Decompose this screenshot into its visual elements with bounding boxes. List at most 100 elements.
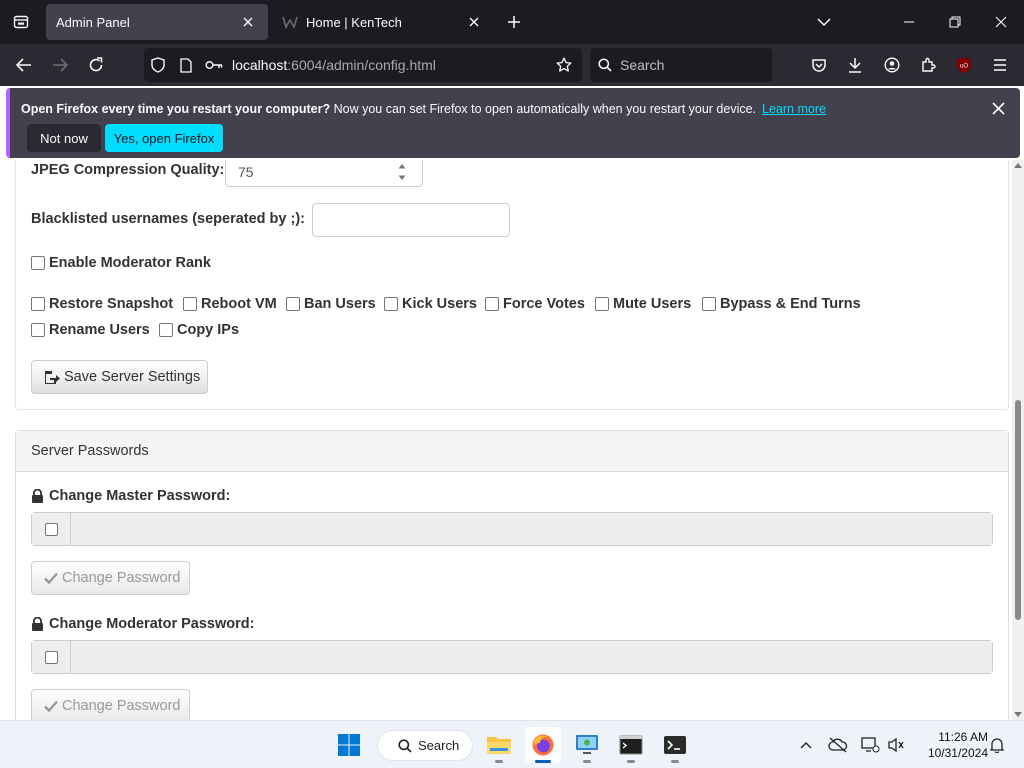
moderator-password-field[interactable] — [71, 641, 992, 673]
firefox-view-icon[interactable] — [0, 0, 42, 44]
permissions-key-icon[interactable] — [200, 48, 228, 82]
tab-title: Home | KenTech — [306, 14, 402, 30]
change-master-password-button[interactable]: Change Password — [31, 561, 190, 595]
back-arrow-icon[interactable] — [8, 49, 40, 81]
kick-users-checkbox[interactable] — [384, 297, 398, 311]
onedrive-offline-icon[interactable] — [826, 733, 850, 757]
show-hidden-icons-chevron-icon[interactable] — [794, 733, 818, 757]
bypass-end-turns-checkbox[interactable] — [702, 297, 716, 311]
search-placeholder: Search — [620, 57, 665, 73]
blacklist-label: Blacklisted usernames (seperated by ;): — [31, 211, 305, 227]
moderator-password-checkbox[interactable] — [44, 650, 58, 664]
restore-snapshot-label: Restore Snapshot — [49, 296, 174, 312]
menu-hamburger-icon[interactable] — [984, 49, 1016, 81]
master-password-group — [31, 512, 993, 546]
restore-icon[interactable] — [932, 0, 978, 44]
list-all-tabs-icon[interactable] — [812, 10, 836, 34]
ban-users-checkbox[interactable] — [286, 297, 300, 311]
search-bar[interactable]: Search — [590, 48, 772, 82]
close-icon[interactable] — [464, 12, 484, 32]
checkmark-icon — [44, 700, 58, 712]
change-moderator-password-button[interactable]: Change Password — [31, 689, 190, 720]
not-now-button[interactable]: Not now — [27, 124, 101, 152]
reload-icon[interactable] — [80, 49, 112, 81]
force-votes-checkbox[interactable] — [485, 297, 499, 311]
copy-ips-label: Copy IPs — [177, 322, 240, 338]
bypass-end-turns-label: Bypass & End Turns — [720, 296, 861, 312]
url-host: localhost — [232, 57, 288, 73]
scroll-down-icon[interactable] — [1014, 712, 1022, 718]
tab-home-kentech[interactable]: Home | KenTech — [272, 4, 494, 40]
start-windows-icon[interactable] — [331, 727, 367, 763]
mute-users-label: Mute Users — [613, 296, 692, 312]
page-scrollbar[interactable] — [1012, 160, 1024, 720]
ublock-origin-icon[interactable]: uO — [948, 49, 980, 81]
notification-bold-text: Open Firefox every time you restart your… — [21, 102, 331, 116]
windows-taskbar: Search 11:26 AM 10/31/2024 — [0, 720, 1024, 768]
enable-moderator-checkbox[interactable] — [31, 256, 45, 270]
downloads-icon[interactable] — [839, 49, 871, 81]
bookmark-star-icon[interactable] — [550, 48, 578, 82]
url-path: :6004/admin/config.html — [287, 57, 436, 73]
restore-snapshot-checkbox[interactable] — [31, 297, 45, 311]
minimize-icon[interactable] — [886, 0, 932, 44]
yes-open-firefox-button[interactable]: Yes, open Firefox — [105, 124, 223, 152]
firefox-notification-bar: Open Firefox every time you restart your… — [6, 88, 1020, 158]
save-label: Save Server Settings — [64, 369, 201, 385]
scrollbar-thumb[interactable] — [1015, 400, 1021, 620]
blacklist-input[interactable] — [312, 203, 510, 237]
account-icon[interactable] — [876, 49, 908, 81]
terminal-icon[interactable] — [657, 727, 693, 763]
notification-bell-icon[interactable] — [985, 733, 1009, 757]
new-tab-icon[interactable] — [502, 10, 526, 34]
master-password-field[interactable] — [71, 513, 992, 545]
forward-arrow-icon[interactable] — [44, 49, 76, 81]
taskbar-clock[interactable]: 11:26 AM 10/31/2024 — [912, 729, 988, 761]
clock-time: 11:26 AM — [938, 730, 988, 744]
lock-icon — [31, 617, 44, 631]
volume-muted-icon[interactable] — [884, 733, 908, 757]
reboot-vm-checkbox[interactable] — [183, 297, 197, 311]
change-password-label: Change Password — [62, 570, 181, 586]
svg-text:uO: uO — [960, 64, 968, 70]
window-close-icon[interactable] — [978, 0, 1024, 44]
remote-desktop-icon[interactable] — [569, 727, 605, 763]
save-server-settings-button[interactable]: Save Server Settings — [31, 360, 208, 394]
spinner-arrows-icon[interactable] — [396, 163, 408, 181]
tab-admin-panel[interactable]: Admin Panel — [46, 4, 268, 40]
command-prompt-icon[interactable] — [613, 727, 649, 763]
firefox-taskbar-icon[interactable] — [525, 727, 561, 763]
moderator-password-label: Change Moderator Password: — [31, 616, 254, 632]
pocket-icon[interactable] — [803, 49, 835, 81]
master-password-text: Change Master Password: — [49, 488, 231, 504]
address-bar[interactable]: localhost:6004/admin/config.html — [144, 48, 582, 82]
network-icon[interactable] — [858, 733, 882, 757]
moderator-password-group — [31, 640, 993, 674]
running-indicator — [583, 760, 591, 763]
page-icon[interactable] — [172, 48, 200, 82]
taskbar-search[interactable]: Search — [377, 730, 473, 761]
mute-users-checkbox[interactable] — [595, 297, 609, 311]
close-icon[interactable] — [988, 98, 1008, 118]
running-indicator — [535, 760, 551, 763]
learn-more-link[interactable]: Learn more — [762, 102, 826, 116]
search-icon — [398, 738, 412, 753]
master-password-toggle — [32, 513, 71, 545]
close-icon[interactable] — [238, 12, 258, 32]
rename-users-label: Rename Users — [49, 322, 150, 338]
extensions-icon[interactable] — [912, 49, 944, 81]
moderator-password-text: Change Moderator Password: — [49, 616, 255, 632]
file-explorer-icon[interactable] — [481, 727, 517, 763]
tracking-shield-icon[interactable] — [144, 48, 172, 82]
url-text: localhost:6004/admin/config.html — [232, 57, 550, 73]
rename-users-checkbox[interactable] — [31, 323, 45, 337]
jpeg-quality-input[interactable]: 75 — [225, 160, 423, 187]
copy-ips-checkbox[interactable] — [159, 323, 173, 337]
master-password-checkbox[interactable] — [44, 522, 58, 536]
scroll-up-icon[interactable] — [1014, 162, 1022, 168]
reboot-vm-label: Reboot VM — [201, 296, 277, 312]
tab-title: Admin Panel — [56, 14, 130, 30]
panel-heading: Server Passwords — [16, 431, 1008, 472]
running-indicator — [627, 760, 635, 763]
notification-message: Open Firefox every time you restart your… — [21, 102, 826, 116]
